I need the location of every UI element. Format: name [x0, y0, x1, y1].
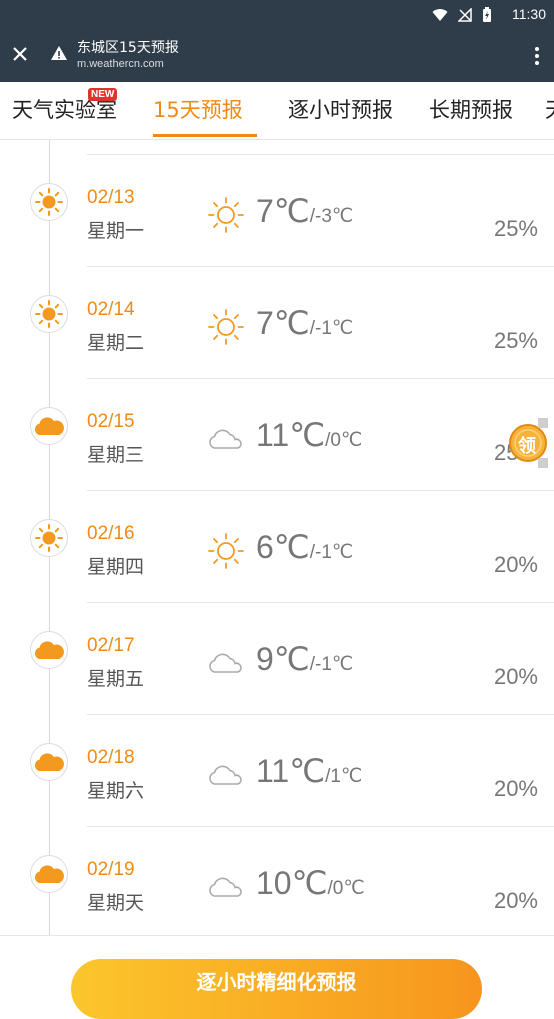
forecast-weekday: 星期六 [87, 780, 145, 802]
forecast-date: 02/18 [87, 747, 135, 768]
forecast-weekday: 星期五 [87, 668, 145, 690]
temp-low: /1℃ [325, 766, 363, 787]
temp-high: 7℃ [256, 193, 310, 229]
temp-low: /-3℃ [309, 206, 354, 227]
forecast-list: 02/13 星期一 7℃/-3℃ 25% 02/14 星期二 7℃/-1℃ 25… [0, 140, 554, 1019]
row-divider [87, 826, 554, 827]
forecast-weekday: 星期四 [87, 556, 145, 578]
forecast-row[interactable]: 02/19 星期天 10℃/0℃ 20% [0, 826, 554, 938]
active-tab-indicator [153, 134, 257, 137]
forecast-row[interactable]: 02/16 星期四 6℃/-1℃ 20% [0, 490, 554, 602]
forecast-weekday: 星期三 [87, 444, 145, 466]
forecast-temperature: 10℃/0℃ [256, 864, 365, 902]
forecast-temperature: 7℃/-1℃ [256, 304, 353, 342]
sun-icon [208, 197, 244, 233]
warning-icon[interactable] [50, 44, 68, 62]
temp-low: /0℃ [327, 878, 365, 899]
sun-icon [208, 309, 244, 345]
precip-probability: 20% [493, 664, 538, 689]
status-icons [432, 7, 492, 23]
no-signal-icon [458, 8, 472, 22]
forecast-temperature: 7℃/-3℃ [256, 192, 353, 230]
cloud-icon [30, 855, 68, 893]
list-bottom-divider [0, 935, 554, 936]
sun-icon [30, 519, 68, 557]
forecast-temperature: 6℃/-1℃ [256, 528, 353, 566]
precip-probability: 20% [493, 776, 538, 801]
tab-15-day-forecast[interactable]: 15天预报 [153, 94, 243, 124]
row-divider [87, 490, 554, 491]
temp-high: 11℃ [256, 417, 326, 453]
forecast-temperature: 9℃/-1℃ [256, 640, 353, 678]
cloud-icon [209, 429, 242, 449]
sun-icon [30, 295, 68, 333]
row-divider [87, 266, 554, 267]
floating-coin-button[interactable]: 领 [508, 418, 548, 468]
forecast-weekday: 星期一 [87, 220, 145, 242]
row-divider [87, 378, 554, 379]
close-icon[interactable] [10, 44, 30, 64]
forecast-date: 02/14 [87, 299, 135, 320]
cloud-icon [30, 631, 68, 669]
precip-probability: 25% [493, 328, 538, 353]
temp-low: /0℃ [325, 430, 363, 451]
tab-long-term-forecast[interactable]: 长期预报 [429, 94, 513, 124]
precip-probability: 20% [493, 552, 538, 577]
forecast-row[interactable]: 02/14 星期二 7℃/-1℃ 25% [0, 266, 554, 378]
temp-high: 10℃ [256, 865, 328, 901]
temp-high: 11℃ [256, 753, 326, 789]
wifi-icon [432, 9, 448, 21]
temp-low: /-1℃ [309, 318, 354, 339]
temp-high: 9℃ [256, 641, 310, 677]
forecast-temperature: 11℃/1℃ [256, 752, 362, 790]
precip-probability: 20% [493, 888, 538, 913]
page-url[interactable]: m.weathercn.com [77, 58, 164, 70]
sun-icon [208, 533, 244, 569]
forecast-row[interactable]: 02/18 星期六 11℃/1℃ 20% [0, 714, 554, 826]
cloud-icon [30, 743, 68, 781]
temp-high: 6℃ [256, 529, 310, 565]
browser-toolbar: 东城区15天预报 m.weathercn.com [0, 32, 554, 82]
forecast-row[interactable]: 02/15 星期三 11℃/0℃ 25% [0, 378, 554, 490]
hourly-detail-forecast-button[interactable]: 逐小时精细化预报 [71, 959, 482, 1019]
sun-icon [30, 183, 68, 221]
row-divider [87, 602, 554, 603]
new-badge: NEW [88, 88, 118, 101]
tab-hourly-forecast[interactable]: 逐小时预报 [288, 94, 393, 124]
coin-label: 领 [518, 436, 536, 457]
row-divider [87, 714, 554, 715]
temp-high: 7℃ [256, 305, 310, 341]
temp-low: /-1℃ [309, 654, 354, 675]
status-time: 11:30 [512, 6, 546, 22]
forecast-date: 02/17 [87, 635, 135, 656]
forecast-date: 02/15 [87, 411, 135, 432]
row-divider [87, 154, 554, 155]
cloud-icon [30, 407, 68, 445]
forecast-date: 02/13 [87, 187, 135, 208]
forecast-temperature: 11℃/0℃ [256, 416, 362, 454]
tab-more[interactable]: 天 [545, 94, 554, 124]
cloud-icon [209, 877, 242, 897]
status-bar: 11:30 [0, 0, 554, 32]
cloud-icon [209, 653, 242, 673]
tab-bar: 天气实验室 NEW 15天预报 逐小时预报 长期预报 天 [0, 82, 554, 140]
forecast-weekday: 星期二 [87, 332, 145, 354]
cloud-icon [209, 765, 242, 785]
temp-low: /-1℃ [309, 542, 354, 563]
forecast-date: 02/16 [87, 523, 135, 544]
battery-icon [483, 7, 491, 22]
forecast-date: 02/19 [87, 859, 135, 880]
forecast-weekday: 星期天 [87, 892, 145, 914]
forecast-row[interactable]: 02/17 星期五 9℃/-1℃ 20% [0, 602, 554, 714]
forecast-row[interactable]: 02/13 星期一 7℃/-3℃ 25% [0, 154, 554, 266]
page-title: 东城区15天预报 [77, 40, 179, 56]
more-menu-icon[interactable] [534, 46, 540, 66]
precip-probability: 25% [493, 216, 538, 241]
